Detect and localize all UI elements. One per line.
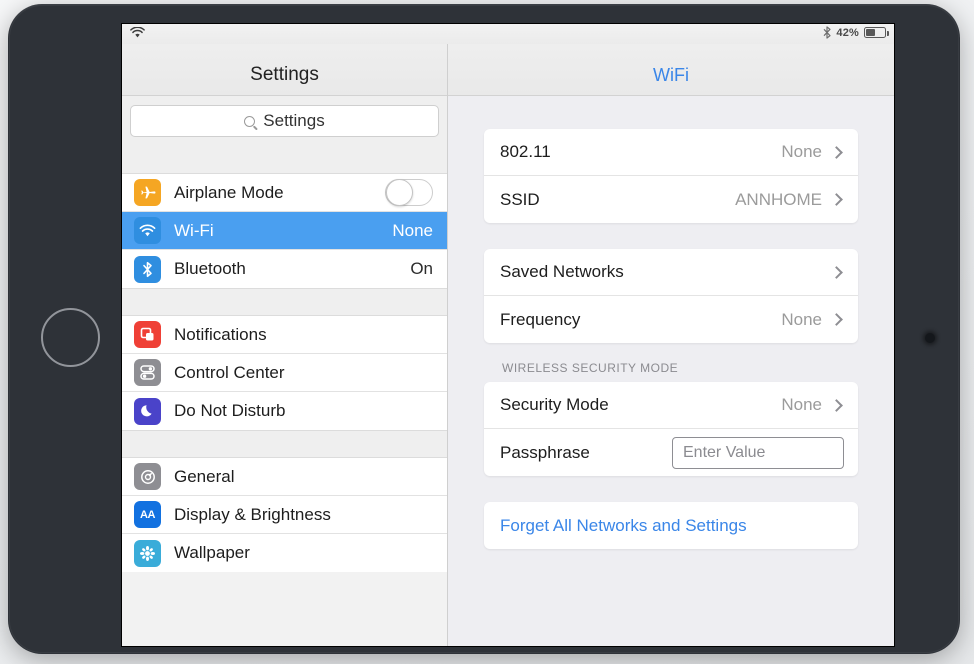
sidebar-spacer [122, 288, 447, 316]
page-title: WiFi [653, 65, 689, 85]
sidebar-item-label: Display & Brightness [174, 504, 331, 524]
chevron-right-icon [830, 265, 843, 279]
forget-all-networks-label: Forget All Networks and Settings [500, 515, 747, 535]
networks-card: Saved Networks Frequency None [484, 249, 858, 343]
sidebar-item-bluetooth[interactable]: Bluetooth On [122, 250, 447, 288]
chevron-right-icon [830, 313, 843, 326]
detail-body: 802.11 None SSID ANNHOME Saved Networks … [448, 96, 894, 549]
sidebar-header: Settings [122, 24, 447, 96]
search-input[interactable]: Settings [130, 105, 439, 137]
sidebar-item-notifications[interactable]: Notifications [122, 316, 447, 354]
sidebar-item-control-center[interactable]: Control Center [122, 354, 447, 392]
sidebar-item-wallpaper[interactable]: Wallpaper [122, 534, 447, 572]
bluetooth-icon [134, 255, 161, 283]
sidebar-item-do-not-disturb[interactable]: Do Not Disturb [122, 392, 447, 430]
sidebar-item-value: None [392, 220, 433, 240]
row-label: Saved Networks [500, 262, 624, 281]
row-saved-networks[interactable]: Saved Networks [484, 249, 858, 296]
sidebar-spacer [122, 146, 447, 174]
sidebar-item-label: Bluetooth [174, 259, 246, 278]
wifi-icon [134, 217, 161, 244]
row-label: Passphrase [500, 442, 590, 462]
sidebar-group-alerts: Notifications Control Center Do Not Dist… [122, 316, 447, 430]
airplane-icon [134, 179, 161, 206]
row-value: None [781, 395, 822, 414]
row-passphrase: Passphrase Enter Value [484, 429, 858, 476]
row-ssid[interactable]: SSID ANNHOME [484, 176, 858, 223]
card-spacer [484, 476, 858, 502]
sidebar-item-label: Wallpaper [174, 543, 250, 562]
sidebar-group-system: General AA Display & Brightness Wallpape… [122, 458, 447, 572]
sidebar-item-label: Do Not Disturb [174, 401, 286, 420]
forget-networks-card: Forget All Networks and Settings [484, 502, 858, 549]
sidebar-item-general[interactable]: General [122, 458, 447, 496]
sidebar-item-label: Notifications [174, 324, 267, 344]
control-center-icon [134, 359, 161, 386]
gear-icon [134, 463, 161, 490]
sidebar-item-value: On [410, 259, 433, 278]
row-label: Frequency [500, 309, 581, 329]
chevron-right-icon [830, 398, 843, 412]
home-button[interactable] [41, 308, 100, 367]
settings-sidebar: Settings Settings Airplane Mode Wi-Fi No… [122, 24, 448, 646]
search-icon [244, 115, 256, 127]
section-header-wireless-security-mode: WIRELESS SECURITY MODE [502, 361, 679, 375]
row-label: 802.11 [500, 142, 551, 161]
forget-all-networks-button[interactable]: Forget All Networks and Settings [484, 502, 858, 549]
row-frequency[interactable]: Frequency None [484, 296, 858, 343]
search-container: Settings [122, 96, 447, 146]
search-input-value: Settings [263, 111, 325, 130]
detail-header: WiFi [448, 24, 894, 96]
sidebar-item-label: Control Center [174, 362, 285, 382]
row-label: SSID [500, 189, 540, 209]
display-brightness-icon: AA [134, 501, 161, 528]
sidebar-item-display-brightness[interactable]: AA Display & Brightness [122, 496, 447, 534]
card-spacer [484, 223, 858, 249]
scene: 42% Settings Settings Airplane Mode Wi-F… [0, 0, 974, 664]
sidebar-item-label: Airplane Mode [174, 182, 284, 202]
network-info-card: 802.11 None SSID ANNHOME [484, 129, 858, 223]
chevron-right-icon [830, 145, 843, 159]
notifications-icon [134, 321, 161, 348]
sidebar-title: Settings [250, 64, 319, 85]
passphrase-input[interactable]: Enter Value [672, 436, 844, 469]
sidebar-item-wifi[interactable]: Wi-Fi None [122, 212, 447, 250]
row-value: None [781, 309, 822, 329]
wifi-detail-panel: WiFi 802.11 None SSID ANNHOME Saved Netw… [448, 24, 894, 646]
sidebar-item-label: Wi-Fi [174, 220, 214, 240]
row-value: ANNHOME [735, 189, 822, 209]
row-label: Security Mode [500, 395, 609, 414]
security-card: Security Mode None Passphrase Enter Valu… [484, 382, 858, 476]
row-value: None [781, 142, 822, 161]
moon-icon [134, 397, 161, 425]
sidebar-item-airplane-mode[interactable]: Airplane Mode [122, 174, 447, 212]
row-security-mode[interactable]: Security Mode None [484, 382, 858, 429]
chevron-right-icon [830, 193, 843, 206]
tablet-screen: 42% Settings Settings Airplane Mode Wi-F… [122, 24, 894, 646]
wallpaper-icon [134, 539, 161, 567]
sidebar-spacer [122, 430, 447, 458]
front-camera [925, 333, 935, 343]
airplane-mode-toggle[interactable] [385, 179, 433, 206]
tablet-device: 42% Settings Settings Airplane Mode Wi-F… [8, 4, 960, 654]
row-80211[interactable]: 802.11 None [484, 129, 858, 176]
sidebar-item-label: General [174, 466, 235, 486]
sidebar-group-connectivity: Airplane Mode Wi-Fi None Bluetooth On [122, 174, 447, 288]
